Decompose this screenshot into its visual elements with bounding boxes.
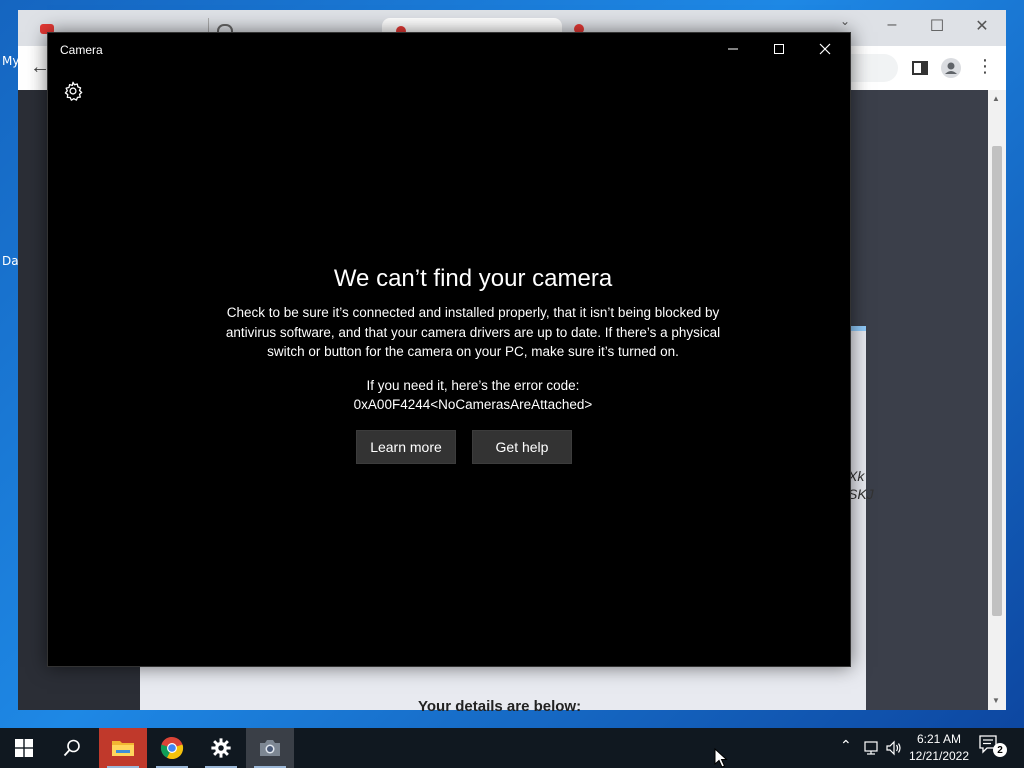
folder-icon (112, 741, 134, 756)
desktop-icon-label[interactable]: My (2, 54, 19, 68)
error-code: 0xA00F4244<NoCamerasAreAttached> (353, 397, 593, 412)
maximize-icon[interactable]: ☐ (925, 16, 949, 36)
mouse-cursor-icon (714, 748, 728, 768)
search-button[interactable] (48, 728, 96, 768)
volume-icon[interactable] (885, 740, 903, 756)
get-help-button[interactable]: Get help (472, 430, 572, 464)
taskbar-clock[interactable]: 6:21 AM 12/21/2022 (908, 731, 970, 765)
start-button[interactable] (0, 728, 48, 768)
taskbar: ⌃ 6:21 AM 12/21/2022 2 (0, 728, 1024, 768)
learn-more-button[interactable]: Learn more (356, 430, 456, 464)
maximize-button[interactable] (756, 33, 802, 65)
clock-date: 12/21/2022 (908, 749, 970, 763)
network-icon[interactable] (863, 740, 881, 756)
scroll-down-icon[interactable]: ▼ (992, 696, 1000, 705)
kebab-menu-icon[interactable]: ⋮ (976, 56, 994, 77)
settings-gear-icon (211, 738, 231, 758)
action-center-button[interactable]: 2 (978, 734, 1010, 762)
details-heading: Your details are below: (418, 698, 582, 715)
minimize-button[interactable] (710, 33, 756, 65)
error-heading: We can’t find your camera (333, 265, 613, 292)
settings-gear-icon[interactable] (62, 80, 84, 102)
window-title: Camera (60, 43, 103, 57)
windows-logo-icon (15, 739, 33, 757)
clock-time: 6:21 AM (916, 732, 962, 746)
camera-app-button[interactable] (246, 728, 294, 768)
tab-search-icon[interactable]: ⌄ (833, 14, 857, 28)
camera-window: Camera We can’t find your camera Check t… (47, 32, 851, 667)
minimize-icon (728, 48, 738, 50)
browser-scrollbar[interactable]: ▲ ▼ (988, 90, 1006, 710)
chevron-up-icon[interactable]: ⌃ (840, 737, 852, 754)
close-icon[interactable]: ✕ (970, 16, 994, 36)
scroll-up-icon[interactable]: ▲ (992, 94, 1000, 103)
maximize-icon (774, 44, 784, 54)
chrome-icon (160, 736, 184, 760)
file-explorer-button[interactable] (99, 728, 147, 768)
close-icon (819, 43, 831, 55)
notification-badge: 2 (993, 743, 1007, 757)
minimize-icon[interactable]: – (880, 16, 904, 34)
page-side-text: SKJ (848, 486, 874, 502)
close-button[interactable] (802, 33, 848, 65)
camera-icon (260, 740, 280, 756)
error-description: Check to be sure it’s connected and inst… (225, 305, 721, 359)
chrome-button[interactable] (148, 728, 196, 768)
scrollbar-thumb[interactable] (992, 146, 1002, 616)
error-code-label: If you need it, here’s the error code: (366, 378, 580, 393)
settings-button[interactable] (197, 728, 245, 768)
side-panel-icon[interactable] (910, 58, 930, 78)
profile-avatar-icon[interactable] (941, 58, 961, 78)
search-icon (63, 739, 80, 757)
desktop-icon-label[interactable]: Da (2, 254, 19, 268)
